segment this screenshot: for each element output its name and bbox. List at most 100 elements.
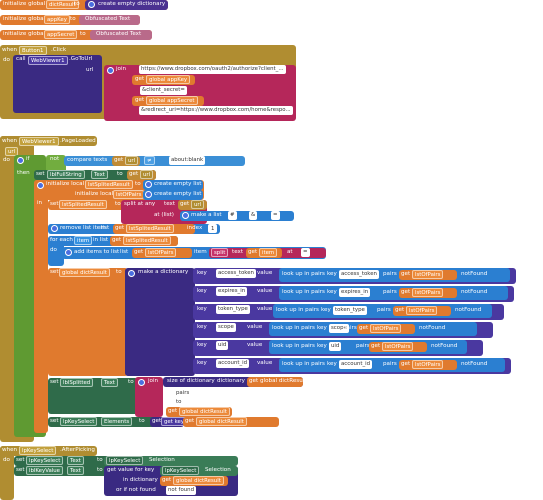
lookup-in-pairs[interactable]: look up in pairs key access_token pairs … (279, 268, 510, 282)
component-dropdown[interactable]: lpKeySelect (106, 456, 144, 465)
get-global-appSecret[interactable]: get global appSecret (132, 96, 204, 106)
component-dropdown[interactable]: lblFullString (47, 170, 85, 179)
set-lpKeySelect-text[interactable]: set lpKeySelect Text to (14, 456, 110, 466)
lookup-key-text[interactable]: account_id (339, 360, 373, 369)
gear-icon[interactable] (88, 1, 95, 8)
make-a-list[interactable]: make a list # & = (180, 211, 294, 221)
lookup-key-text[interactable]: token_type (333, 306, 367, 315)
component-dropdown[interactable]: lpKeySelect (60, 417, 98, 426)
var-name[interactable]: appSecret (44, 30, 78, 39)
item-var[interactable]: item (74, 236, 93, 245)
gear-icon[interactable] (145, 191, 152, 198)
var-dropdown[interactable]: lstOfPairs (370, 324, 402, 333)
get-url[interactable]: get url (127, 170, 156, 180)
get-lstSplitedResult[interactable]: get lstSplitedResult (113, 224, 195, 234)
component-dropdown[interactable]: lblKeyValue (26, 466, 63, 475)
property-dropdown[interactable]: Elements (101, 417, 133, 426)
var-dropdown[interactable]: global appSecret (146, 96, 198, 105)
key-text[interactable]: scope (216, 323, 236, 332)
text-amp[interactable]: & (249, 211, 258, 220)
remove-list-item[interactable]: remove list item list get lstSplitedResu… (48, 224, 220, 234)
property-dropdown[interactable]: Text (67, 466, 84, 475)
get-lstSplitedResult[interactable]: get lstSplitedResult (110, 236, 178, 246)
init-global-appSecret[interactable]: initialize global appSecret to Obfuscate… (0, 30, 152, 40)
lookup-key-text[interactable]: expires_in (339, 288, 371, 297)
var-dropdown[interactable]: lstSplitedResult (126, 224, 174, 233)
lookup-in-pairs[interactable]: look up in pairs key expires_in pairs ge… (279, 286, 508, 300)
set-lpKeySelect-elements[interactable]: set lpKeySelect Elements to (48, 417, 164, 427)
get-item[interactable]: get item (246, 248, 282, 258)
component-dropdown[interactable]: WebViewer1 (28, 56, 68, 65)
get-global-dictResult[interactable]: get global dictResult (160, 476, 228, 486)
key-text[interactable]: uid (216, 341, 229, 350)
component-dropdown[interactable]: lpKeySelect (19, 446, 57, 455)
set-global-dictResult[interactable]: set global dictResult to (48, 268, 128, 376)
get-global-appKey[interactable]: get global appKey (132, 75, 195, 85)
lpKeySelect-selection[interactable]: lpKeySelect Selection (160, 466, 238, 476)
text-url-part[interactable]: https://www.dropbox.com/oauth2/authorize… (139, 65, 286, 74)
get-lstOfPairs[interactable]: get lstOfPairs (399, 360, 457, 370)
get-lstOfPairs[interactable]: get lstOfPairs (369, 342, 427, 352)
text-hash[interactable]: # (228, 211, 237, 220)
property-dropdown[interactable]: Text (91, 170, 108, 179)
var-dropdown[interactable]: global appKey (146, 75, 191, 84)
for-each-header[interactable]: for each item in list get lstSplitedResu… (48, 236, 178, 246)
get-global-dictResult[interactable]: get global dictResult (247, 377, 307, 387)
text-equals[interactable]: = (301, 248, 310, 257)
var-dropdown[interactable]: global dictResult (196, 417, 247, 426)
text-pairs[interactable]: pairs (174, 389, 192, 398)
property-dropdown[interactable]: Text (101, 378, 118, 387)
set-lblKeyValue-text[interactable]: set lblKeyValue Text to (14, 466, 110, 476)
component-dropdown[interactable]: lpKeySelect (26, 456, 64, 465)
make-a-dictionary[interactable]: make a dictionary (125, 268, 195, 376)
create-empty-list[interactable]: create empty list (143, 190, 203, 200)
var-dropdown[interactable]: url (140, 170, 154, 179)
text-about-blank[interactable]: about:blank (169, 156, 206, 165)
init-global-appKey[interactable]: initialize global appKey to Obfuscated T… (0, 15, 140, 25)
var-dropdown[interactable]: url (125, 156, 139, 165)
event-header-bar[interactable]: when lpKeySelect .AfterPicking (0, 446, 97, 456)
text-equals[interactable]: = (271, 211, 280, 220)
key-text[interactable]: access_token (216, 269, 256, 278)
set-lblFullString-text[interactable]: set lblFullString Text to get url (34, 170, 156, 180)
key-text[interactable]: token_type (216, 305, 250, 314)
var-dropdown[interactable]: lstOfPairs (406, 306, 438, 315)
var-dropdown[interactable]: lstOfPairs (412, 360, 444, 369)
component-dropdown[interactable]: Button1 (19, 46, 47, 55)
gear-icon[interactable] (65, 249, 72, 256)
obfuscated-text-block[interactable]: Obfuscated Text (90, 30, 152, 40)
get-keys[interactable]: get get keys (150, 417, 190, 427)
dict-pair-expires-in[interactable]: key expires_in value look up in pairs ke… (193, 286, 514, 302)
gear-icon[interactable] (182, 212, 189, 219)
text-client-secret[interactable]: &client_secret= (140, 86, 187, 95)
var-dropdown[interactable]: global dictResult (59, 268, 110, 277)
var-name[interactable]: lstOfPairs (113, 190, 145, 199)
var-dropdown[interactable]: lstOfPairs (145, 248, 177, 257)
var-dropdown[interactable]: global dictResult (179, 407, 230, 416)
var-dropdown[interactable]: item (259, 248, 278, 257)
get-lstOfPairs[interactable]: get lstOfPairs (132, 248, 192, 258)
text-not-found[interactable]: not found (166, 486, 196, 495)
compare-texts-block[interactable]: compare texts get url ≠ about:blank (64, 156, 245, 166)
var-dropdown[interactable]: lstOfPairs (412, 270, 444, 279)
add-items-to-list[interactable]: add items to list list get lstOfPairs it… (62, 247, 326, 259)
operator-dropdown[interactable]: ≠ (144, 156, 155, 165)
key-text[interactable]: account_id (216, 359, 250, 368)
split-block[interactable]: split text get item at = (209, 248, 326, 258)
set-lblSplitted-text[interactable]: set lblSplitted Text to (48, 378, 138, 414)
gear-icon[interactable] (17, 157, 24, 164)
get-lstOfPairs[interactable]: get lstOfPairs (357, 324, 415, 334)
lookup-in-pairs[interactable]: look up in pairs key account_id pairs ge… (279, 358, 505, 372)
size-of-dictionary[interactable]: size of dictionary dictionary get global… (163, 377, 307, 387)
component-dropdown[interactable]: lblSplitted (60, 378, 94, 387)
call-webviewer-gotourl[interactable]: call WebViewer1 .GoToUrl url (13, 55, 102, 113)
lookup-in-pairs[interactable]: look up in pairs key uid pairs get lstOf… (269, 340, 467, 354)
dict-pair-token-type[interactable]: key token_type value look up in pairs ke… (193, 304, 504, 320)
var-name[interactable]: lstSplitedResult (85, 180, 133, 189)
get-lstOfPairs[interactable]: get lstOfPairs (399, 288, 457, 298)
lookup-in-pairs[interactable]: look up in pairs key scope pairs get lst… (269, 322, 477, 336)
var-dropdown[interactable]: lstOfPairs (382, 342, 414, 351)
gear-icon[interactable] (51, 225, 58, 232)
lookup-key-text[interactable]: uid (329, 342, 342, 351)
join-block[interactable]: join (135, 377, 163, 417)
